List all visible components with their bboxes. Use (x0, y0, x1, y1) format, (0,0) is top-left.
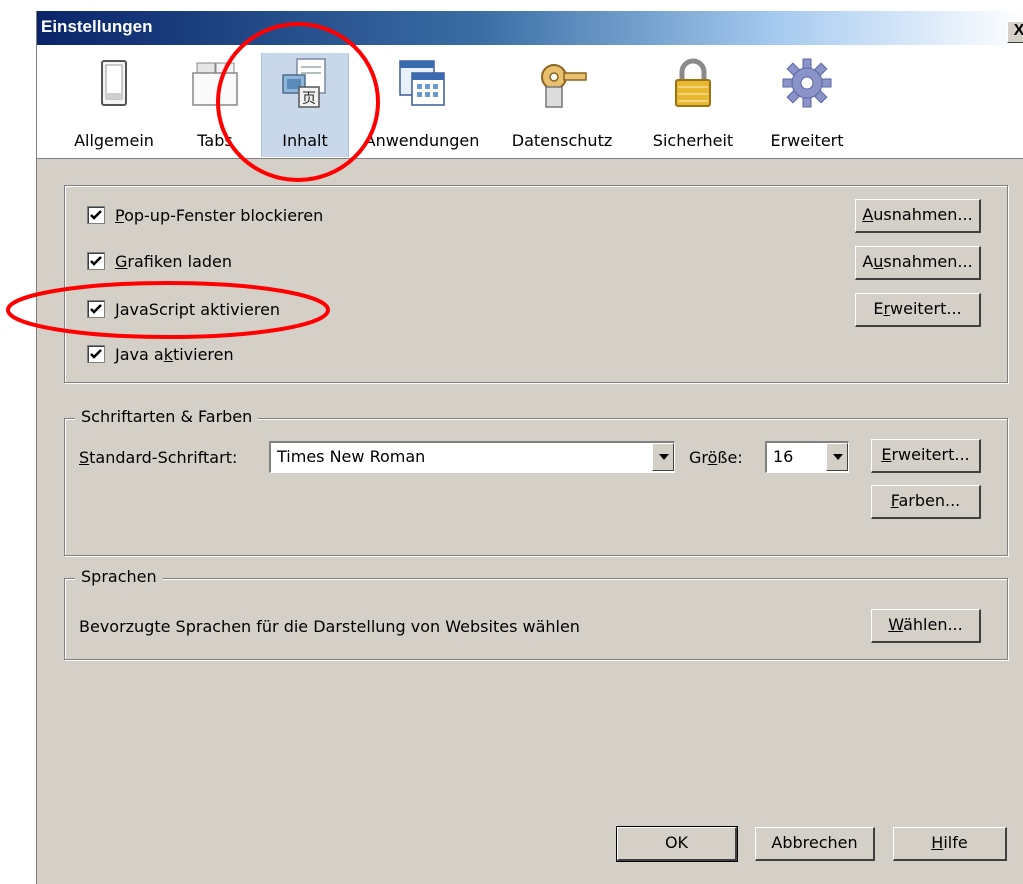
checkmark-icon (90, 303, 102, 314)
pane-anwendungen[interactable]: Anwendungen (359, 53, 485, 157)
content-icon: 页 (282, 58, 326, 108)
label-part: tivieren (172, 345, 234, 364)
pane-tabs[interactable]: Tabs (179, 53, 251, 157)
label-part: ße: (717, 448, 743, 467)
label-part: avaScript aktivieren (119, 300, 281, 319)
pane-label: Inhalt (282, 131, 328, 150)
label-part: rweitert... (891, 445, 970, 464)
checkbox-load-images[interactable]: Grafiken laden (87, 250, 232, 274)
languages-caption: Sprachen (75, 567, 163, 586)
label-part: ilfe (943, 833, 968, 852)
label-part: E (873, 299, 884, 318)
chevron-down-icon (833, 454, 843, 460)
pane-label: Anwendungen (364, 131, 480, 150)
accel-key: u (873, 252, 884, 271)
accel-key: k (163, 345, 173, 364)
accel-key: G (115, 252, 128, 271)
tabs-icon (192, 62, 238, 106)
cancel-button[interactable]: Abbrechen (755, 827, 875, 861)
pane-sicherheit[interactable]: Sicherheit (641, 53, 745, 157)
label-part: A (862, 252, 874, 271)
key-icon (541, 64, 587, 108)
svg-text:页: 页 (302, 91, 316, 107)
accel-key: P (115, 206, 125, 225)
label-part: tandard-Schriftart: (89, 448, 238, 467)
settings-dialog: Einstellungen X Allgemein Tabs 页 Inhalt … (36, 11, 1023, 884)
pane-datenschutz[interactable]: Datenschutz (503, 53, 621, 157)
ok-button[interactable]: OK (616, 826, 738, 862)
font-size-value: 16 (773, 447, 794, 466)
choose-languages-button[interactable]: Wählen... (871, 609, 981, 643)
label-part: op-up-Fenster blockieren (124, 206, 324, 225)
accel-key: A (862, 205, 874, 224)
pane-label: Sicherheit (652, 131, 734, 150)
label-part: Java a (115, 345, 164, 364)
pane-label: Allgemein (74, 131, 154, 150)
label-part: Gr (689, 448, 708, 467)
accel-key: H (931, 833, 944, 852)
fonts-colors-caption: Schriftarten & Farben (75, 407, 259, 426)
default-font-label: Standard-Schriftart: (79, 448, 237, 467)
pane-allgemein[interactable]: Allgemein (65, 53, 163, 157)
content-options-group: Pop-up-Fenster blockieren Grafiken laden… (64, 185, 1008, 383)
label-part: usnahmen... (873, 205, 973, 224)
label-part: arben... (898, 491, 961, 510)
accel-key: W (888, 615, 904, 634)
languages-description: Bevorzugte Sprachen für die Darstellung … (79, 617, 580, 636)
accel-key: ö (707, 448, 718, 467)
title-bar[interactable]: Einstellungen X (37, 11, 1023, 45)
default-font-dropdown-button[interactable] (652, 443, 674, 471)
applications-icon (399, 60, 445, 106)
font-size-select[interactable]: 16 (765, 441, 849, 473)
font-size-label: Größe: (689, 448, 743, 467)
popup-exceptions-button[interactable]: Ausnahmen... (855, 199, 981, 233)
label-part: ählen... (903, 615, 963, 634)
pane-erweitert[interactable]: Erweitert (759, 53, 855, 157)
lock-icon (675, 58, 711, 107)
help-button[interactable]: Hilfe (893, 827, 1007, 861)
label-part: rafiken laden (127, 252, 233, 271)
fonts-colors-group: Schriftarten & Farben Standard-Schriftar… (64, 407, 1008, 556)
window-title: Einstellungen (41, 17, 153, 36)
images-exceptions-button[interactable]: Ausnahmen... (855, 246, 981, 280)
checkbox[interactable] (87, 205, 105, 224)
colors-button[interactable]: Farben... (871, 485, 981, 519)
close-button[interactable]: X (1007, 21, 1023, 43)
checkmark-icon (90, 209, 102, 220)
checkbox[interactable] (87, 344, 105, 363)
chevron-down-icon (659, 454, 669, 460)
checkbox[interactable] (87, 251, 105, 270)
checkbox-enable-javascript[interactable]: JavaScript aktivieren (87, 298, 280, 322)
languages-group: Sprachen Bevorzugte Sprachen für die Dar… (64, 567, 1008, 660)
accel-key: E (881, 445, 892, 464)
fonts-advanced-button[interactable]: Erweitert... (871, 439, 981, 473)
checkmark-icon (90, 255, 102, 266)
pane-inhalt[interactable]: 页 Inhalt (261, 53, 349, 157)
label-part: snahmen... (883, 252, 973, 271)
checkbox-enable-java[interactable]: Java aktivieren (87, 343, 234, 367)
gear-icon (782, 58, 832, 108)
default-font-select[interactable]: Times New Roman (269, 441, 675, 473)
checkbox-popup-block[interactable]: Pop-up-Fenster blockieren (87, 204, 323, 228)
pane-toolbar: Allgemein Tabs 页 Inhalt Anwendungen Date… (37, 45, 1023, 159)
pane-label: Datenschutz (511, 131, 613, 150)
javascript-advanced-button[interactable]: Erweitert... (855, 293, 981, 327)
checkmark-icon (90, 348, 102, 359)
pane-label: Tabs (197, 131, 233, 150)
checkbox[interactable] (87, 299, 105, 318)
font-size-dropdown-button[interactable] (826, 443, 848, 471)
switch-icon (101, 60, 127, 106)
accel-key: S (79, 448, 90, 467)
default-font-value: Times New Roman (277, 447, 426, 466)
pane-label: Erweitert (770, 131, 844, 150)
label-part: weitert... (890, 299, 962, 318)
close-icon: X (1013, 22, 1023, 39)
